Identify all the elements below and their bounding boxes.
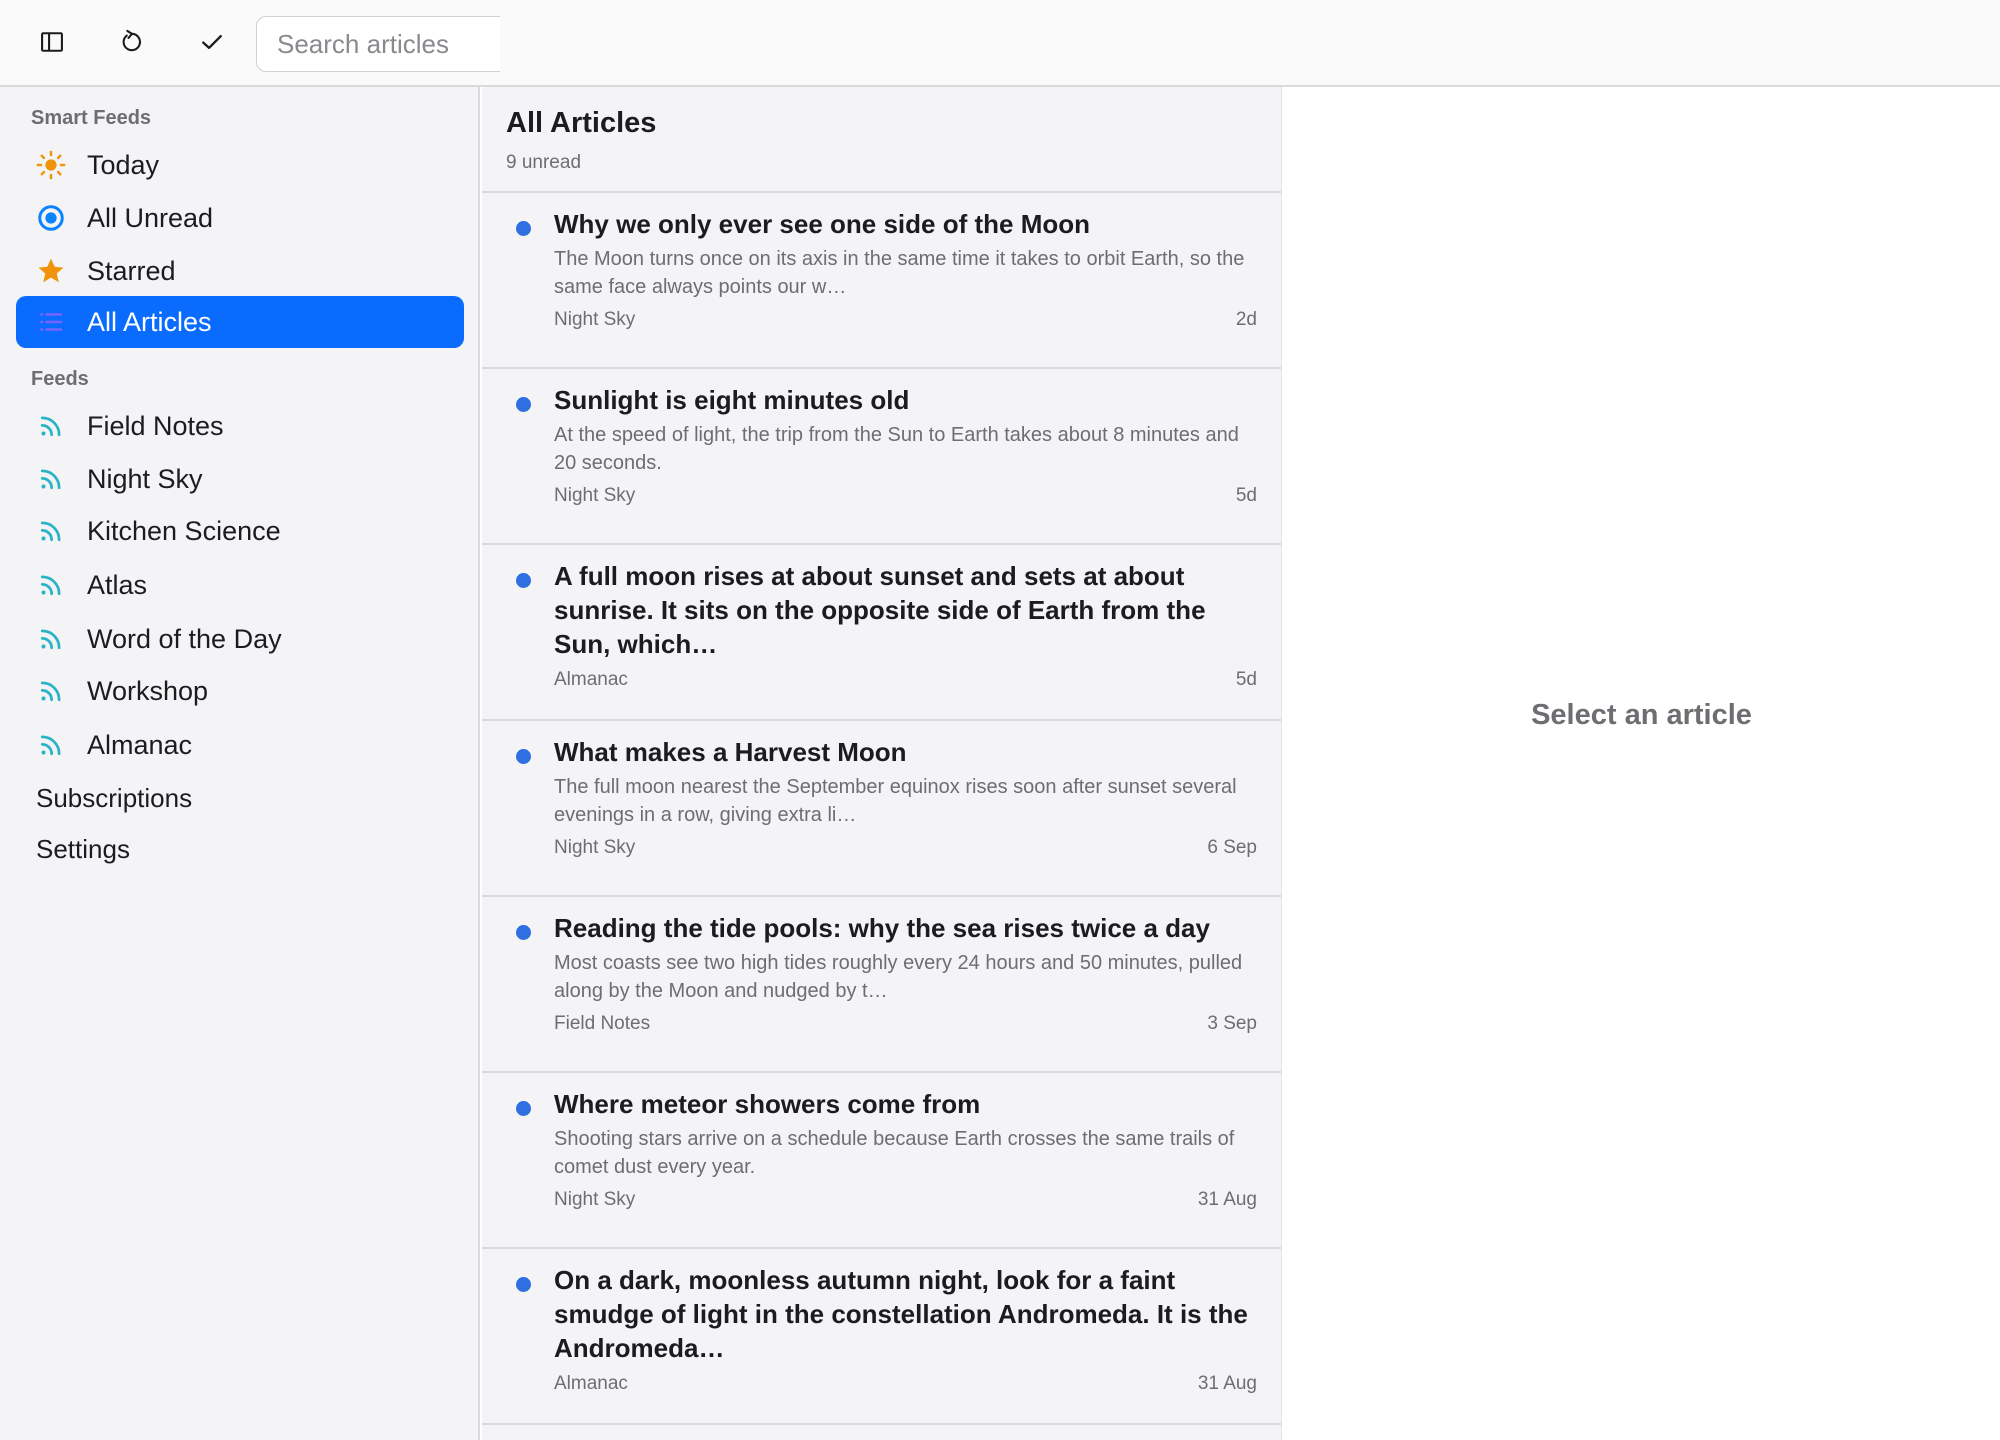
checkmark-icon (198, 28, 226, 61)
article-age: 5d (1235, 485, 1257, 506)
article-summary: At the speed of light, the trip from the… (554, 424, 1239, 474)
article-title: What makes a Harvest Moon (554, 737, 907, 767)
sun-icon (34, 148, 68, 182)
list-icon (34, 305, 68, 339)
article-title: Reading the tide pools: why the sea rise… (554, 913, 1210, 943)
feeds-heading: Feeds (31, 368, 89, 390)
article-summary: Most coasts see two high tides roughly e… (554, 952, 1243, 1002)
article-title: A full moon rises at about sunset and se… (554, 561, 1206, 659)
refresh-icon (118, 28, 146, 61)
article-age: 3 Sep (1207, 1013, 1257, 1034)
article-detail-pane: Select an article (1283, 87, 2000, 1440)
rss-icon (34, 728, 68, 762)
article-title: Where meteor showers come from (554, 1089, 981, 1119)
sidebar-item-label: All Unread (87, 202, 214, 233)
unread-dot-icon (516, 1277, 531, 1292)
article-feed: Field Notes (554, 1013, 651, 1034)
rss-icon (34, 409, 68, 443)
article-age: 5d (1235, 669, 1257, 690)
unread-dot-icon (516, 925, 531, 940)
sidebar-item-today[interactable]: Today (16, 139, 464, 191)
article-summary: Shooting stars arrive on a schedule beca… (554, 1128, 1235, 1178)
article-summary: The Moon turns once on its axis in the s… (554, 248, 1245, 298)
mark-all-read-button[interactable] (180, 20, 244, 68)
sidebar-item-label: Night Sky (87, 463, 203, 494)
article-row[interactable]: A full moon rises at about sunset and se… (482, 545, 1281, 721)
sidebar-item-field-notes[interactable]: Field Notes (16, 400, 464, 452)
sidebar-icon (38, 28, 66, 61)
sidebar-item-label: Workshop (87, 675, 209, 706)
article-row[interactable]: Where meteor showers come from Shooting … (482, 1073, 1281, 1249)
sidebar-item-starred[interactable]: Starred (16, 245, 464, 297)
toolbar (0, 0, 2000, 87)
empty-state-text: Select an article (1531, 699, 1752, 731)
refresh-button[interactable] (100, 20, 164, 68)
sidebar-item-label: All Articles (87, 306, 212, 337)
sidebar-item-atlas[interactable]: Atlas (16, 559, 464, 611)
rss-icon (34, 622, 68, 656)
article-age: 2d (1235, 309, 1257, 330)
unread-dot-icon (516, 749, 531, 764)
rss-icon (34, 514, 68, 548)
article-feed: Night Sky (554, 1189, 636, 1210)
star-icon (34, 254, 68, 288)
sidebar-item-label: Atlas (87, 569, 148, 600)
article-row[interactable]: Reading the tide pools: why the sea rise… (482, 897, 1281, 1073)
article-feed: Night Sky (554, 485, 636, 506)
article-title: On a dark, moonless autumn night, look f… (554, 1265, 1248, 1363)
unread-count: 9 unread (506, 152, 582, 173)
sidebar-item-label: Field Notes (87, 410, 224, 441)
rss-icon (34, 674, 68, 708)
sidebar-item-word-of-the-day[interactable]: Word of the Day (16, 613, 464, 665)
article-list-title: All Articles (506, 107, 657, 139)
sidebar-item-night-sky[interactable]: Night Sky (16, 453, 464, 505)
unread-circle-icon (34, 201, 68, 235)
sidebar-item-label: Kitchen Science (87, 515, 281, 546)
smart-feeds-heading: Smart Feeds (31, 107, 152, 129)
article-summary: The full moon nearest the September equi… (554, 776, 1237, 826)
article-row[interactable]: What makes a Harvest Moon The full moon … (482, 721, 1281, 897)
sidebar-item-label: Almanac (87, 729, 193, 760)
article-list: All Articles 9 unread Why we only ever s… (482, 87, 1282, 1440)
sidebar-item-label: Word of the Day (87, 623, 282, 654)
sidebar-item-workshop[interactable]: Workshop (16, 665, 464, 717)
article-feed: Night Sky (554, 309, 636, 330)
sidebar-item-kitchen-science[interactable]: Kitchen Science (16, 505, 464, 557)
unread-dot-icon (516, 573, 531, 588)
article-title: Sunlight is eight minutes old (554, 385, 910, 415)
unread-dot-icon (516, 1101, 531, 1116)
article-age: 31 Aug (1197, 1373, 1257, 1394)
subscriptions-link[interactable]: Subscriptions (36, 783, 192, 814)
unread-dot-icon (516, 397, 531, 412)
settings-link[interactable]: Settings (36, 834, 130, 865)
sidebar-toggle-button[interactable] (20, 20, 84, 68)
article-age: 31 Aug (1197, 1189, 1257, 1210)
article-row[interactable]: Why we only ever see one side of the Moo… (482, 193, 1281, 369)
article-title: Why we only ever see one side of the Moo… (554, 209, 1090, 239)
article-feed: Night Sky (554, 837, 636, 858)
article-feed: Almanac (554, 1373, 628, 1394)
article-age: 6 Sep (1207, 837, 1257, 858)
sidebar-item-almanac[interactable]: Almanac (16, 719, 464, 771)
search-input[interactable] (256, 16, 500, 72)
article-row[interactable]: Sunlight is eight minutes old At the spe… (482, 369, 1281, 545)
unread-dot-icon (516, 221, 531, 236)
article-list-header: All Articles 9 unread (482, 87, 1281, 193)
article-feed: Almanac (554, 669, 628, 690)
rss-icon (34, 568, 68, 602)
sidebar-item-label: Starred (87, 255, 176, 286)
article-row[interactable]: On a dark, moonless autumn night, look f… (482, 1249, 1281, 1425)
sidebar-item-all-articles[interactable]: All Articles (16, 296, 464, 348)
rss-icon (34, 462, 68, 496)
sidebar-item-label: Today (87, 149, 160, 180)
sidebar: Smart Feeds Today All Unread Starred All… (0, 87, 480, 1440)
sidebar-item-all-unread[interactable]: All Unread (16, 192, 464, 244)
